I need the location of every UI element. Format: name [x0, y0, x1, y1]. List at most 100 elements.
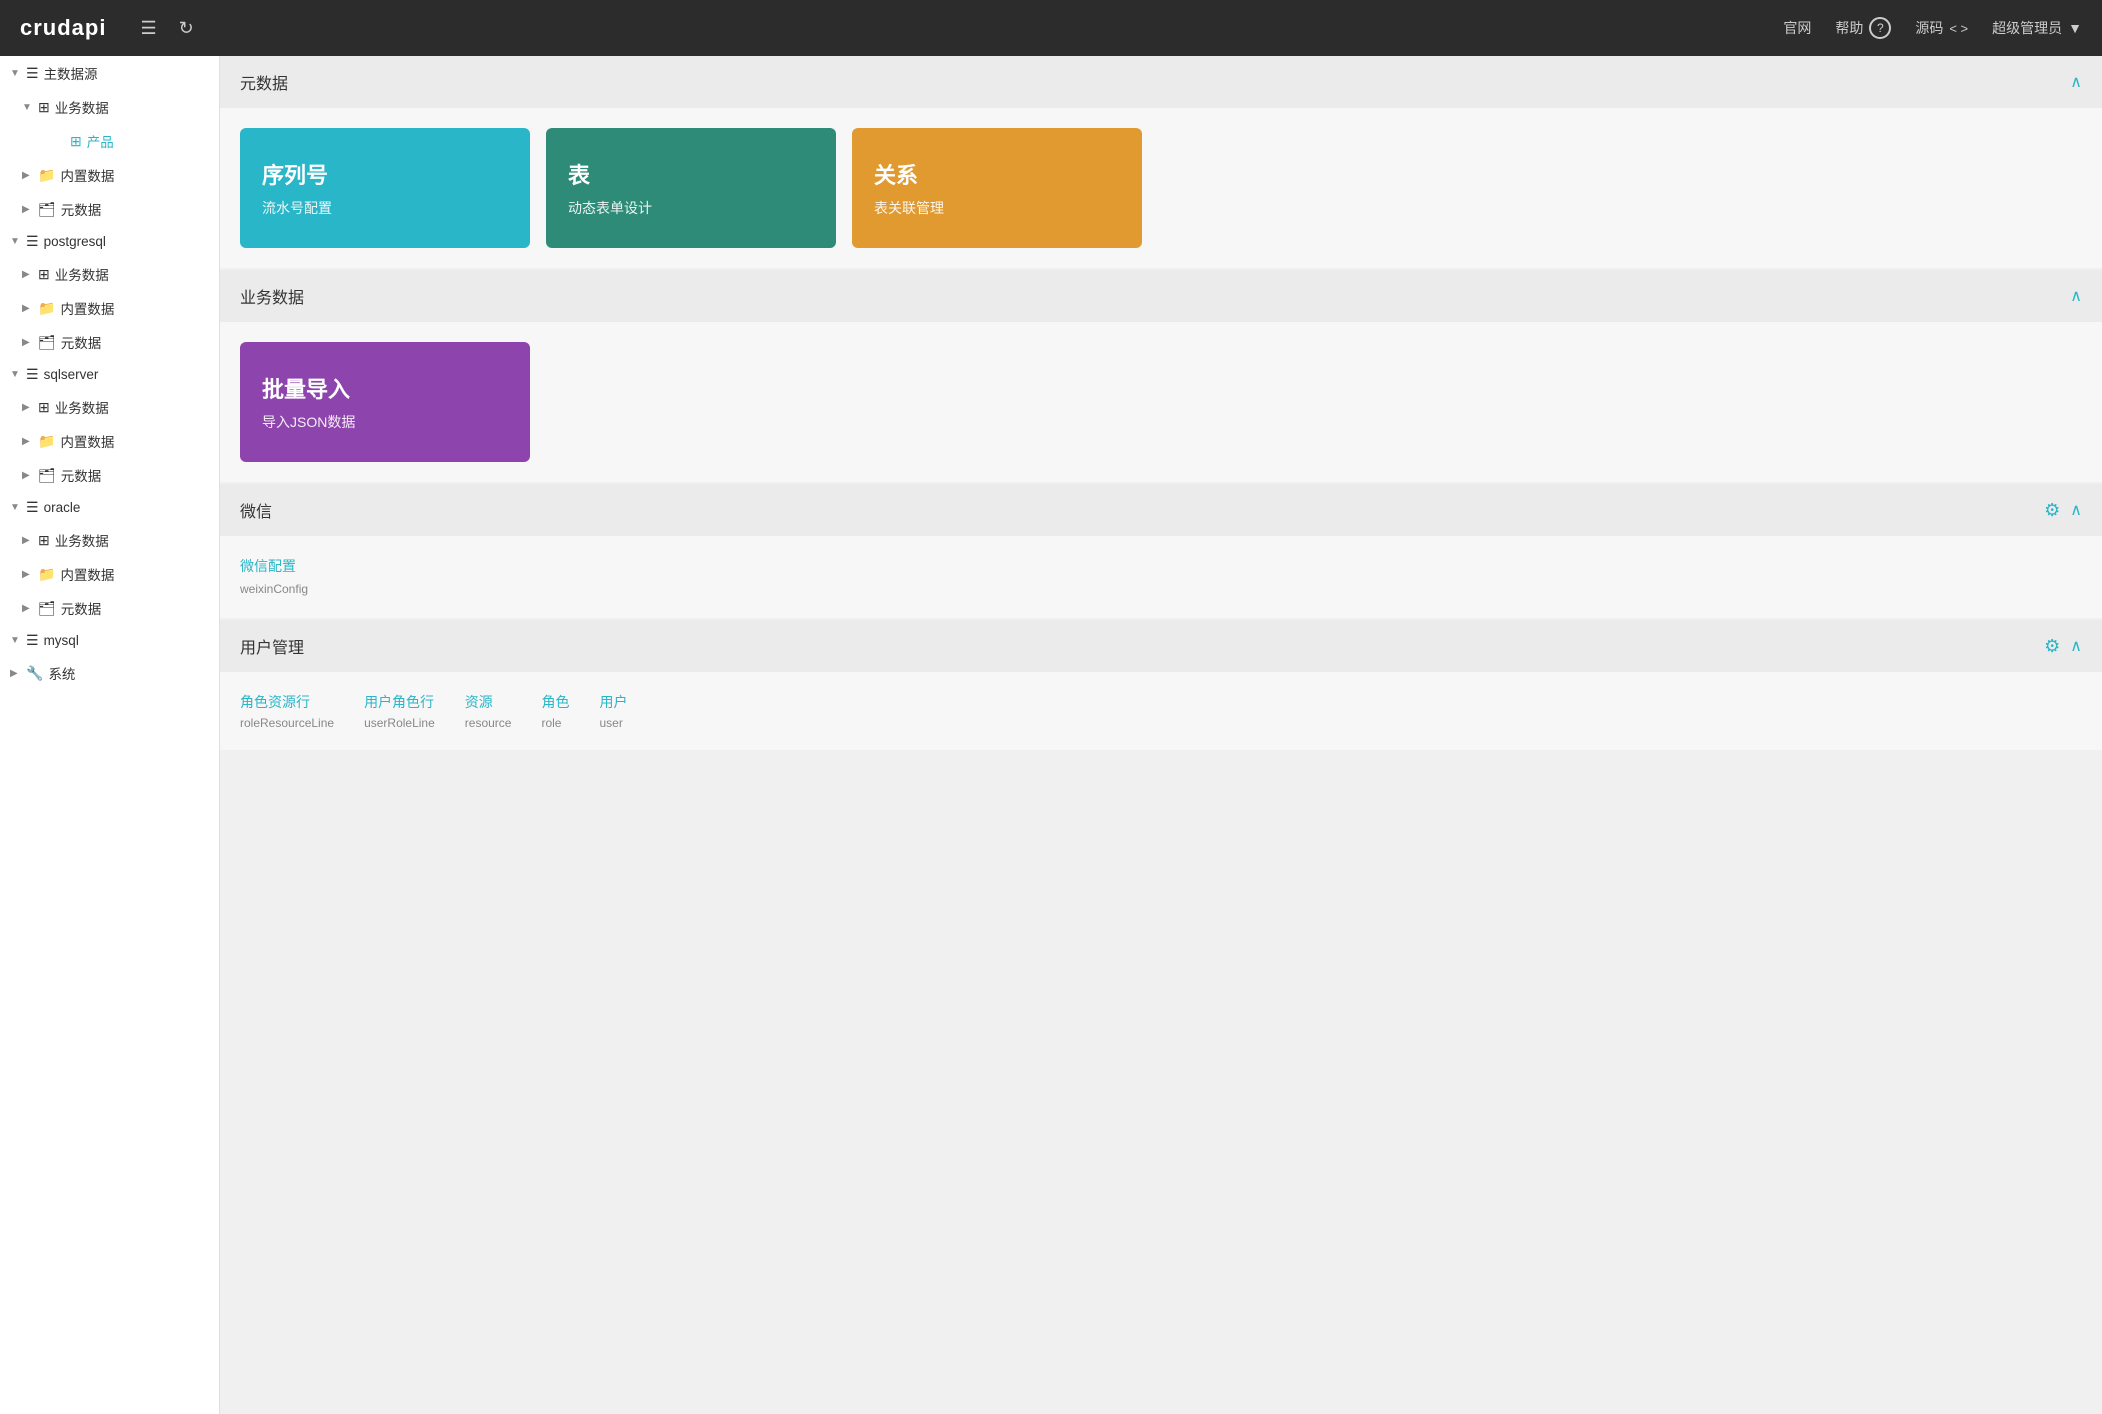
user-links-row: 角色资源行 roleResourceLine 用户角色行 userRoleLin… [240, 692, 2082, 730]
logo: crudapi [20, 15, 106, 41]
sidebar-label: 业务数据 [55, 97, 109, 117]
user-link-name-0[interactable]: 角色资源行 [240, 692, 334, 712]
table-icon: ⊞ [38, 99, 50, 116]
card-relation[interactable]: 关系 表关联管理 [852, 128, 1142, 248]
sidebar-label: 元数据 [61, 598, 102, 618]
user-link-name-1[interactable]: 用户角色行 [364, 692, 435, 712]
sidebar-item-sql-business[interactable]: ⊞ 业务数据 [0, 390, 219, 424]
section-business-header: 业务数据 ∧ [220, 270, 2102, 322]
user-link-name-4[interactable]: 用户 [599, 692, 627, 712]
table-icon: ⊞ [38, 399, 50, 416]
collapse-icon[interactable]: ∧ [2070, 636, 2082, 656]
nav-source[interactable]: 源码 < > [1915, 18, 1968, 38]
sidebar-item-metadata-1[interactable]: 🗂 元数据 [0, 192, 219, 226]
sidebar-item-sql-builtin[interactable]: 📁 内置数据 [0, 424, 219, 458]
card-serial-sub: 流水号配置 [262, 198, 508, 218]
arrow-icon [10, 635, 24, 646]
sidebar-item-postgresql[interactable]: ☰ postgresql [0, 226, 219, 257]
folder-icon: 📁 [38, 167, 55, 184]
arrow-icon [10, 369, 24, 380]
table-small-icon: ⊞ [70, 133, 82, 150]
sidebar-item-sqlserver[interactable]: ☰ sqlserver [0, 359, 219, 390]
table-icon: ⊞ [38, 532, 50, 549]
sidebar-item-business-data[interactable]: ⊞ 业务数据 [0, 90, 219, 124]
refresh-button[interactable]: ↻ [175, 14, 198, 43]
nav-help-label: 帮助 [1835, 18, 1863, 38]
nav-source-label: 源码 [1915, 18, 1943, 38]
sidebar-item-product[interactable]: ⊞ 产品 [0, 124, 219, 158]
sidebar-label: 业务数据 [55, 530, 109, 550]
db-icon: ☰ [26, 233, 39, 250]
sidebar-item-sql-metadata[interactable]: 🗂 元数据 [0, 458, 219, 492]
arrow-icon [10, 668, 24, 679]
section-weixin: 微信 ⚙ ∧ 微信配置 weixinConfig [220, 484, 2102, 618]
nav-help[interactable]: 帮助 ? [1835, 17, 1891, 39]
section-metadata-body: 序列号 流水号配置 表 动态表单设计 关系 表关联管理 [220, 108, 2102, 268]
sidebar-label: oracle [44, 500, 81, 515]
section-metadata-icons: ∧ [2070, 72, 2082, 92]
sidebar-label: 业务数据 [55, 264, 109, 284]
header: crudapi ☰ ↻ 官网 帮助 ? 源码 < > 超级管理员 ▼ [0, 0, 2102, 56]
section-user-management: 用户管理 ⚙ ∧ 角色资源行 roleResourceLine 用户角色行 us… [220, 620, 2102, 750]
section-metadata: 元数据 ∧ 序列号 流水号配置 表 动态表单设计 关系 [220, 56, 2102, 268]
user-link-sub-2: resource [465, 716, 512, 730]
sidebar-item-builtin-data-1[interactable]: 📁 内置数据 [0, 158, 219, 192]
db-icon: ☰ [26, 499, 39, 516]
sidebar-item-ora-metadata[interactable]: 🗂 元数据 [0, 591, 219, 625]
menu-button[interactable]: ☰ [136, 14, 160, 43]
briefcase-icon: 🗂 [38, 201, 56, 218]
arrow-icon [22, 269, 36, 280]
section-business-title: 业务数据 [240, 284, 2070, 308]
db-icon: ☰ [26, 632, 39, 649]
nav-official-site-label: 官网 [1783, 18, 1811, 38]
nav-official-site[interactable]: 官网 [1783, 18, 1811, 38]
user-link-name-2[interactable]: 资源 [465, 692, 512, 712]
sidebar-label: 元数据 [61, 332, 102, 352]
table-icon: ⊞ [38, 266, 50, 283]
sidebar-item-system[interactable]: 🔧 系统 [0, 656, 219, 690]
card-serial-number[interactable]: 序列号 流水号配置 [240, 128, 530, 248]
arrow-icon [22, 170, 36, 181]
collapse-icon[interactable]: ∧ [2070, 286, 2082, 306]
sidebar-label: 内置数据 [60, 165, 114, 185]
nav-user[interactable]: 超级管理员 ▼ [1992, 18, 2082, 38]
sidebar-item-ora-business[interactable]: ⊞ 业务数据 [0, 523, 219, 557]
user-link-user: 用户 user [599, 692, 627, 730]
card-table-title: 表 [568, 158, 814, 190]
section-user-header: 用户管理 ⚙ ∧ [220, 620, 2102, 672]
arrow-icon [22, 204, 36, 215]
sidebar-item-pg-business[interactable]: ⊞ 业务数据 [0, 257, 219, 291]
wrench-icon: 🔧 [26, 665, 43, 682]
help-circle-icon: ? [1869, 17, 1891, 39]
card-batch-import[interactable]: 批量导入 导入JSON数据 [240, 342, 530, 462]
sidebar: ☰ 主数据源 ⊞ 业务数据 ⊞ 产品 📁 内置数据 🗂 元数据 [0, 56, 220, 1414]
sidebar-item-ora-builtin[interactable]: 📁 内置数据 [0, 557, 219, 591]
sidebar-label: 内置数据 [60, 431, 114, 451]
gear-icon[interactable]: ⚙ [2044, 636, 2060, 657]
sidebar-item-mysql[interactable]: ☰ mysql [0, 625, 219, 656]
gear-icon[interactable]: ⚙ [2044, 500, 2060, 521]
section-metadata-header: 元数据 ∧ [220, 56, 2102, 108]
sidebar-item-main-datasource[interactable]: ☰ 主数据源 [0, 56, 219, 90]
layout: ☰ 主数据源 ⊞ 业务数据 ⊞ 产品 📁 内置数据 🗂 元数据 [0, 56, 2102, 1414]
sidebar-label: 内置数据 [60, 564, 114, 584]
sidebar-label: 产品 [87, 131, 114, 151]
weixin-config-link[interactable]: 微信配置 [240, 556, 2082, 576]
section-metadata-title: 元数据 [240, 70, 2070, 94]
sidebar-label: 主数据源 [44, 63, 98, 83]
card-batch-title: 批量导入 [262, 372, 508, 404]
section-weixin-icons: ⚙ ∧ [2044, 500, 2082, 521]
section-user-body: 角色资源行 roleResourceLine 用户角色行 userRoleLin… [220, 672, 2102, 750]
sidebar-item-pg-builtin[interactable]: 📁 内置数据 [0, 291, 219, 325]
user-link-name-3[interactable]: 角色 [541, 692, 569, 712]
sidebar-label: 系统 [48, 663, 75, 683]
db-icon: ☰ [26, 65, 39, 82]
collapse-icon[interactable]: ∧ [2070, 72, 2082, 92]
sidebar-item-pg-metadata[interactable]: 🗂 元数据 [0, 325, 219, 359]
folder-icon: 📁 [38, 566, 55, 583]
section-weixin-title: 微信 [240, 498, 2044, 522]
arrow-icon [22, 337, 36, 348]
collapse-icon[interactable]: ∧ [2070, 500, 2082, 520]
card-table[interactable]: 表 动态表单设计 [546, 128, 836, 248]
sidebar-item-oracle[interactable]: ☰ oracle [0, 492, 219, 523]
